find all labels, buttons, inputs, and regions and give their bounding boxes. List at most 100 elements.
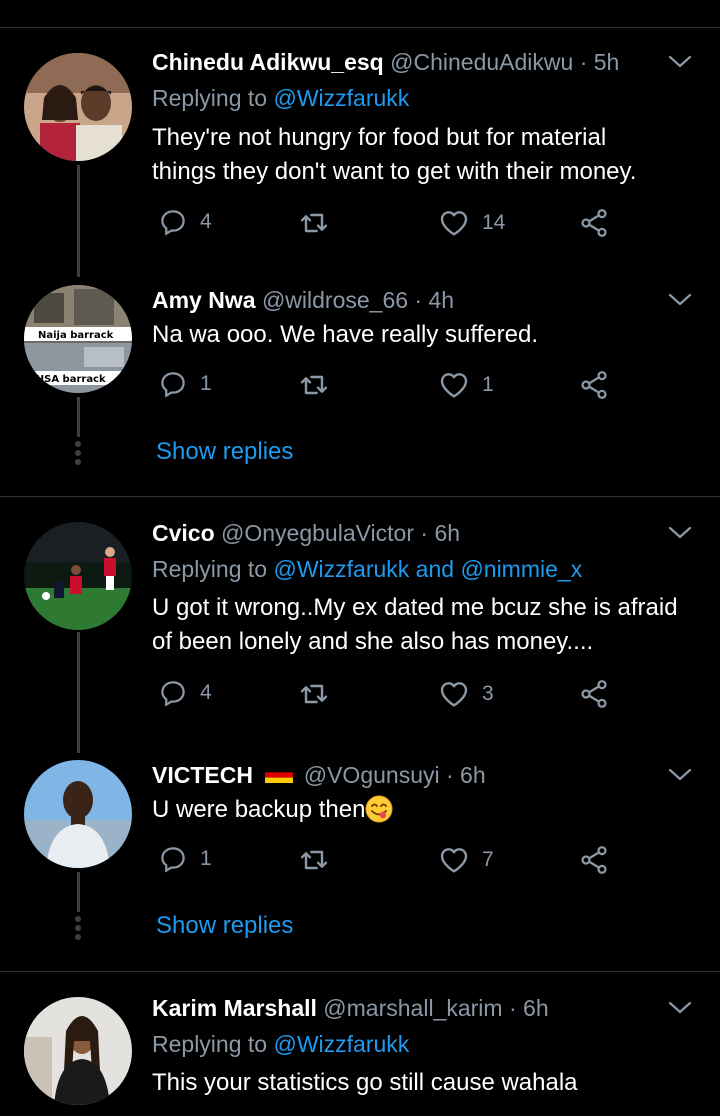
tweet-header: VICTECH @VOgunsuyi · 6h bbox=[152, 760, 486, 790]
chevron-down-icon[interactable] bbox=[668, 524, 692, 542]
mention-link[interactable]: @Wizzfarukk bbox=[273, 85, 409, 111]
woman-photo-avatar[interactable] bbox=[24, 997, 132, 1105]
tweet-text-line: Na wa ooo. We have really suffered. bbox=[152, 321, 538, 348]
user-handle[interactable]: @VOgunsuyi bbox=[304, 762, 440, 788]
separator: · bbox=[508, 995, 517, 1021]
share-button[interactable] bbox=[578, 678, 610, 710]
tweet-actions: 1 1 bbox=[152, 369, 622, 409]
reply-button[interactable]: 4 bbox=[158, 207, 212, 237]
separator: · bbox=[414, 287, 423, 313]
retweet-button[interactable] bbox=[298, 207, 330, 239]
tweet-actions: 1 7 bbox=[152, 844, 622, 884]
timestamp[interactable]: 4h bbox=[428, 287, 454, 313]
heart-icon bbox=[438, 369, 470, 401]
thread-line bbox=[77, 872, 80, 912]
heart-icon bbox=[438, 678, 470, 710]
tweet-text: U were backup then bbox=[152, 793, 712, 827]
retweet-button[interactable] bbox=[298, 369, 330, 401]
tweet-text: Na wa ooo. We have really suffered. bbox=[152, 318, 712, 352]
tweet-header: Karim Marshall @marshall_karim · 6h bbox=[152, 993, 549, 1023]
share-icon bbox=[578, 369, 610, 401]
like-count: 1 bbox=[482, 373, 494, 396]
share-button[interactable] bbox=[578, 207, 610, 239]
retweet-button[interactable] bbox=[298, 678, 330, 710]
heart-icon bbox=[438, 844, 470, 876]
retweet-icon bbox=[298, 844, 330, 876]
timestamp[interactable]: 6h bbox=[460, 762, 486, 788]
chevron-down-icon[interactable] bbox=[668, 999, 692, 1017]
retweet-button[interactable] bbox=[298, 844, 330, 876]
tweet-text-line: things they don't want to get with their… bbox=[152, 158, 637, 185]
tweet-amy[interactable]: Naija barrack USA barrack Amy Nwa @wildr… bbox=[0, 285, 720, 495]
mention-link[interactable]: @Wizzfarukk bbox=[273, 556, 409, 582]
thread-line bbox=[77, 632, 80, 753]
display-name[interactable]: Chinedu Adikwu_esq bbox=[152, 49, 384, 75]
germany-flag-icon bbox=[265, 766, 294, 783]
barracks-photo-avatar[interactable]: Naija barrack USA barrack bbox=[24, 285, 132, 393]
tweet-text-line: U got it wrong..My ex dated me bcuz she … bbox=[152, 594, 678, 621]
like-button[interactable]: 14 bbox=[438, 207, 505, 239]
replying-to: Replying to @Wizzfarukk bbox=[152, 1029, 409, 1059]
reply-icon bbox=[158, 844, 188, 874]
separator: · bbox=[445, 762, 454, 788]
display-name[interactable]: VICTECH bbox=[152, 762, 253, 788]
replying-joiner: and bbox=[415, 556, 455, 582]
tweet-actions: 4 3 bbox=[152, 678, 622, 718]
mention-link[interactable]: @Wizzfarukk bbox=[273, 1031, 409, 1057]
thread-dots bbox=[75, 438, 82, 468]
user-handle[interactable]: @ChineduAdikwu bbox=[390, 49, 573, 75]
tweet-victech[interactable]: VICTECH @VOgunsuyi · 6h U were backup th… bbox=[0, 760, 720, 970]
top-divider bbox=[0, 27, 720, 28]
tweet-actions: 4 14 bbox=[152, 207, 622, 247]
chevron-down-icon[interactable] bbox=[668, 766, 692, 784]
share-icon bbox=[578, 678, 610, 710]
heart-icon bbox=[438, 207, 470, 239]
thread-dots bbox=[75, 913, 82, 943]
reply-button[interactable]: 4 bbox=[158, 678, 212, 708]
display-name[interactable]: Cvico bbox=[152, 520, 215, 546]
chevron-down-icon[interactable] bbox=[668, 53, 692, 71]
show-replies-link[interactable]: Show replies bbox=[156, 912, 293, 940]
timestamp[interactable]: 5h bbox=[594, 49, 620, 75]
user-handle[interactable]: @marshall_karim bbox=[323, 995, 502, 1021]
couple-photo-avatar[interactable] bbox=[24, 53, 132, 161]
reply-button[interactable]: 1 bbox=[158, 369, 212, 399]
separator: · bbox=[420, 520, 429, 546]
like-button[interactable]: 7 bbox=[438, 844, 494, 876]
show-replies-link[interactable]: Show replies bbox=[156, 438, 293, 466]
thread-divider bbox=[0, 496, 720, 497]
share-icon bbox=[578, 207, 610, 239]
tweet-karim[interactable]: Karim Marshall @marshall_karim · 6h Repl… bbox=[0, 993, 720, 1116]
tweet-cvico[interactable]: Cvico @OnyegbulaVictor · 6h Replying to … bbox=[0, 518, 720, 753]
share-button[interactable] bbox=[578, 844, 610, 876]
tweet-text-line: U were backup then bbox=[152, 796, 366, 823]
display-name[interactable]: Amy Nwa bbox=[152, 287, 256, 313]
user-handle[interactable]: @OnyegbulaVictor bbox=[221, 520, 414, 546]
timestamp[interactable]: 6h bbox=[523, 995, 549, 1021]
reply-count: 4 bbox=[200, 210, 212, 233]
display-name[interactable]: Karim Marshall bbox=[152, 995, 317, 1021]
man-photo-avatar[interactable] bbox=[24, 760, 132, 868]
reply-icon bbox=[158, 678, 188, 708]
user-handle[interactable]: @wildrose_66 bbox=[262, 287, 408, 313]
timestamp[interactable]: 6h bbox=[434, 520, 460, 546]
replying-to: Replying to @Wizzfarukk and @nimmie_x bbox=[152, 554, 582, 584]
reply-button[interactable]: 1 bbox=[158, 844, 212, 874]
mention-link[interactable]: @nimmie_x bbox=[460, 556, 582, 582]
like-button[interactable]: 3 bbox=[438, 678, 494, 710]
replying-to: Replying to @Wizzfarukk bbox=[152, 83, 409, 113]
share-button[interactable] bbox=[578, 369, 610, 401]
like-count: 7 bbox=[482, 848, 494, 871]
tweet-text: U got it wrong..My ex dated me bcuz she … bbox=[152, 591, 712, 659]
share-icon bbox=[578, 844, 610, 876]
football-photo-avatar[interactable] bbox=[24, 522, 132, 630]
chevron-down-icon[interactable] bbox=[668, 291, 692, 309]
reply-count: 1 bbox=[200, 372, 212, 395]
retweet-icon bbox=[298, 678, 330, 710]
reply-count: 1 bbox=[200, 847, 212, 870]
avatar-label: Naija barrack bbox=[38, 330, 114, 341]
thread-line bbox=[77, 165, 80, 277]
replying-prefix: Replying to bbox=[152, 556, 268, 582]
like-button[interactable]: 1 bbox=[438, 369, 494, 401]
tweet-chinedu[interactable]: Chinedu Adikwu_esq @ChineduAdikwu · 5h R… bbox=[0, 47, 720, 277]
